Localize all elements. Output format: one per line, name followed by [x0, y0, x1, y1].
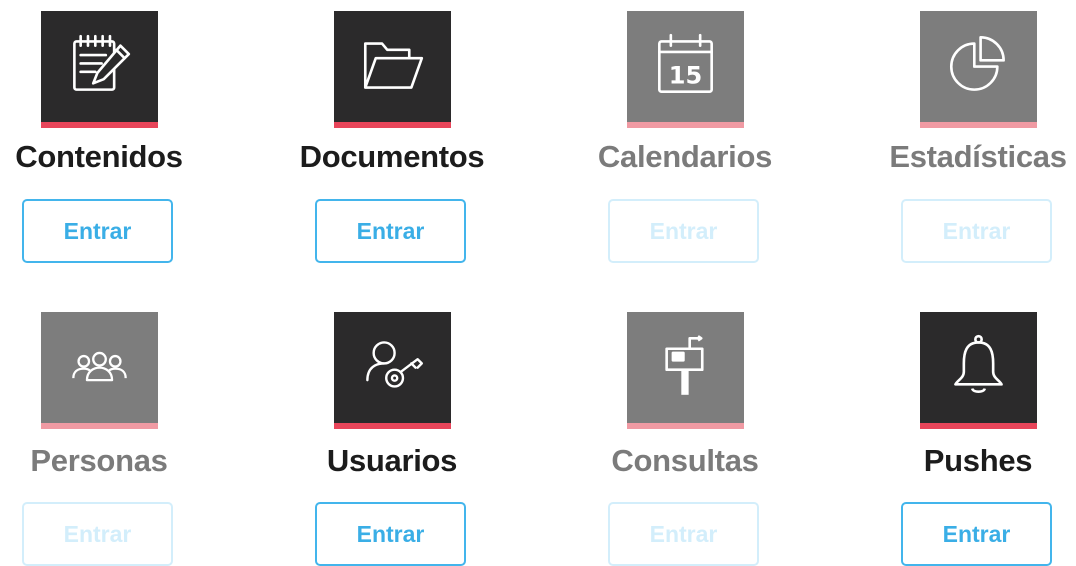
mailbox-icon	[665, 335, 704, 395]
pie-chart-icon	[950, 35, 1005, 91]
accent-bar	[627, 423, 744, 429]
notepad-pencil-icon	[73, 34, 131, 91]
module-icon-tile	[920, 11, 1037, 128]
module-label: Calendarios	[597, 139, 773, 174]
entrar-button[interactable]: Entrar	[315, 502, 466, 566]
module-label: Documentos	[299, 139, 485, 174]
entrar-button[interactable]: Entrar	[22, 199, 173, 263]
module-icon-tile: 15	[627, 11, 744, 128]
bell-icon	[954, 334, 1003, 393]
open-folder-icon	[363, 42, 424, 89]
svg-text:15: 15	[669, 61, 703, 89]
accent-bar	[627, 122, 744, 128]
entrar-button[interactable]: Entrar	[901, 199, 1052, 263]
accent-bar	[41, 122, 158, 128]
entrar-button[interactable]: Entrar	[608, 199, 759, 263]
entrar-button[interactable]: Entrar	[22, 502, 173, 566]
module-label: Estadísticas	[889, 139, 1067, 174]
module-label: Personas	[30, 443, 168, 478]
module-label: Usuarios	[326, 443, 458, 478]
entrar-button[interactable]: Entrar	[608, 502, 759, 566]
entrar-button[interactable]: Entrar	[315, 199, 466, 263]
entrar-button[interactable]: Entrar	[901, 502, 1052, 566]
module-label: Pushes	[923, 443, 1033, 478]
module-icon-tile	[920, 312, 1037, 429]
module-label: Consultas	[611, 443, 759, 478]
accent-bar	[334, 122, 451, 128]
module-icon-tile	[41, 11, 158, 128]
accent-bar	[334, 423, 451, 429]
module-icon-tile	[41, 312, 158, 429]
calendar-icon: 15	[658, 33, 713, 94]
module-icon-tile	[334, 312, 451, 429]
module-label: Contenidos	[15, 139, 183, 174]
user-key-icon	[366, 341, 424, 388]
accent-bar	[920, 122, 1037, 128]
people-group-icon	[72, 351, 127, 382]
module-icon-tile	[627, 312, 744, 429]
module-icon-tile	[334, 11, 451, 128]
accent-bar	[41, 423, 158, 429]
accent-bar	[920, 423, 1037, 429]
